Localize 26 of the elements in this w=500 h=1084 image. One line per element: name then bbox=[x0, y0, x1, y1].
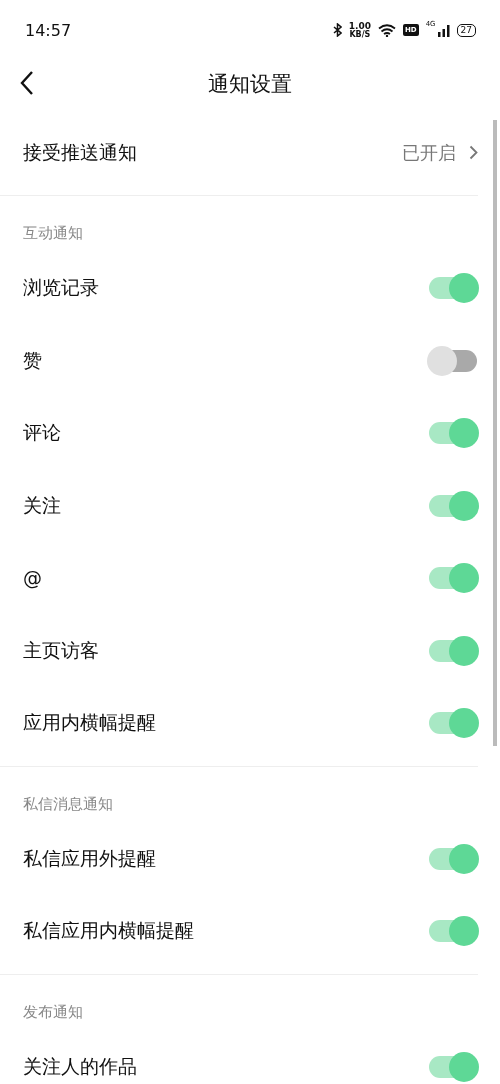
setting-label: @ bbox=[23, 567, 42, 590]
scrollbar[interactable] bbox=[493, 120, 497, 746]
wifi-icon bbox=[378, 23, 396, 37]
setting-label: 评论 bbox=[23, 420, 61, 446]
section-header: 私信消息通知 bbox=[23, 794, 113, 813]
setting-label: 私信应用内横幅提醒 bbox=[23, 918, 194, 944]
setting-label: 浏览记录 bbox=[23, 275, 99, 301]
bluetooth-icon bbox=[332, 23, 342, 37]
section-header: 互动通知 bbox=[23, 224, 83, 242]
setting-label: 关注 bbox=[23, 492, 61, 518]
status-time: 14:57 bbox=[25, 20, 72, 40]
page-title: 通知设置 bbox=[208, 71, 292, 98]
battery-level: 27 bbox=[456, 23, 476, 37]
setting-value: 已开启 bbox=[402, 140, 456, 165]
back-button[interactable] bbox=[20, 70, 34, 96]
setting-label: 接受推送通知 bbox=[23, 139, 137, 165]
setting-label: 应用内横幅提醒 bbox=[23, 710, 156, 736]
setting-label: 赞 bbox=[23, 347, 42, 373]
chevron-icon bbox=[469, 145, 478, 160]
signal-icon bbox=[437, 23, 450, 37]
setting-label: 私信应用外提醒 bbox=[23, 845, 156, 871]
setting-label: 主页访客 bbox=[23, 637, 99, 663]
network-speed: 1.00 KB/S bbox=[348, 21, 371, 39]
push-setting-row[interactable]: 接受推送通知 已开启 bbox=[0, 110, 478, 196]
section-header: 发布通知 bbox=[23, 1002, 83, 1021]
setting-label: 关注人的作品 bbox=[23, 1053, 137, 1079]
